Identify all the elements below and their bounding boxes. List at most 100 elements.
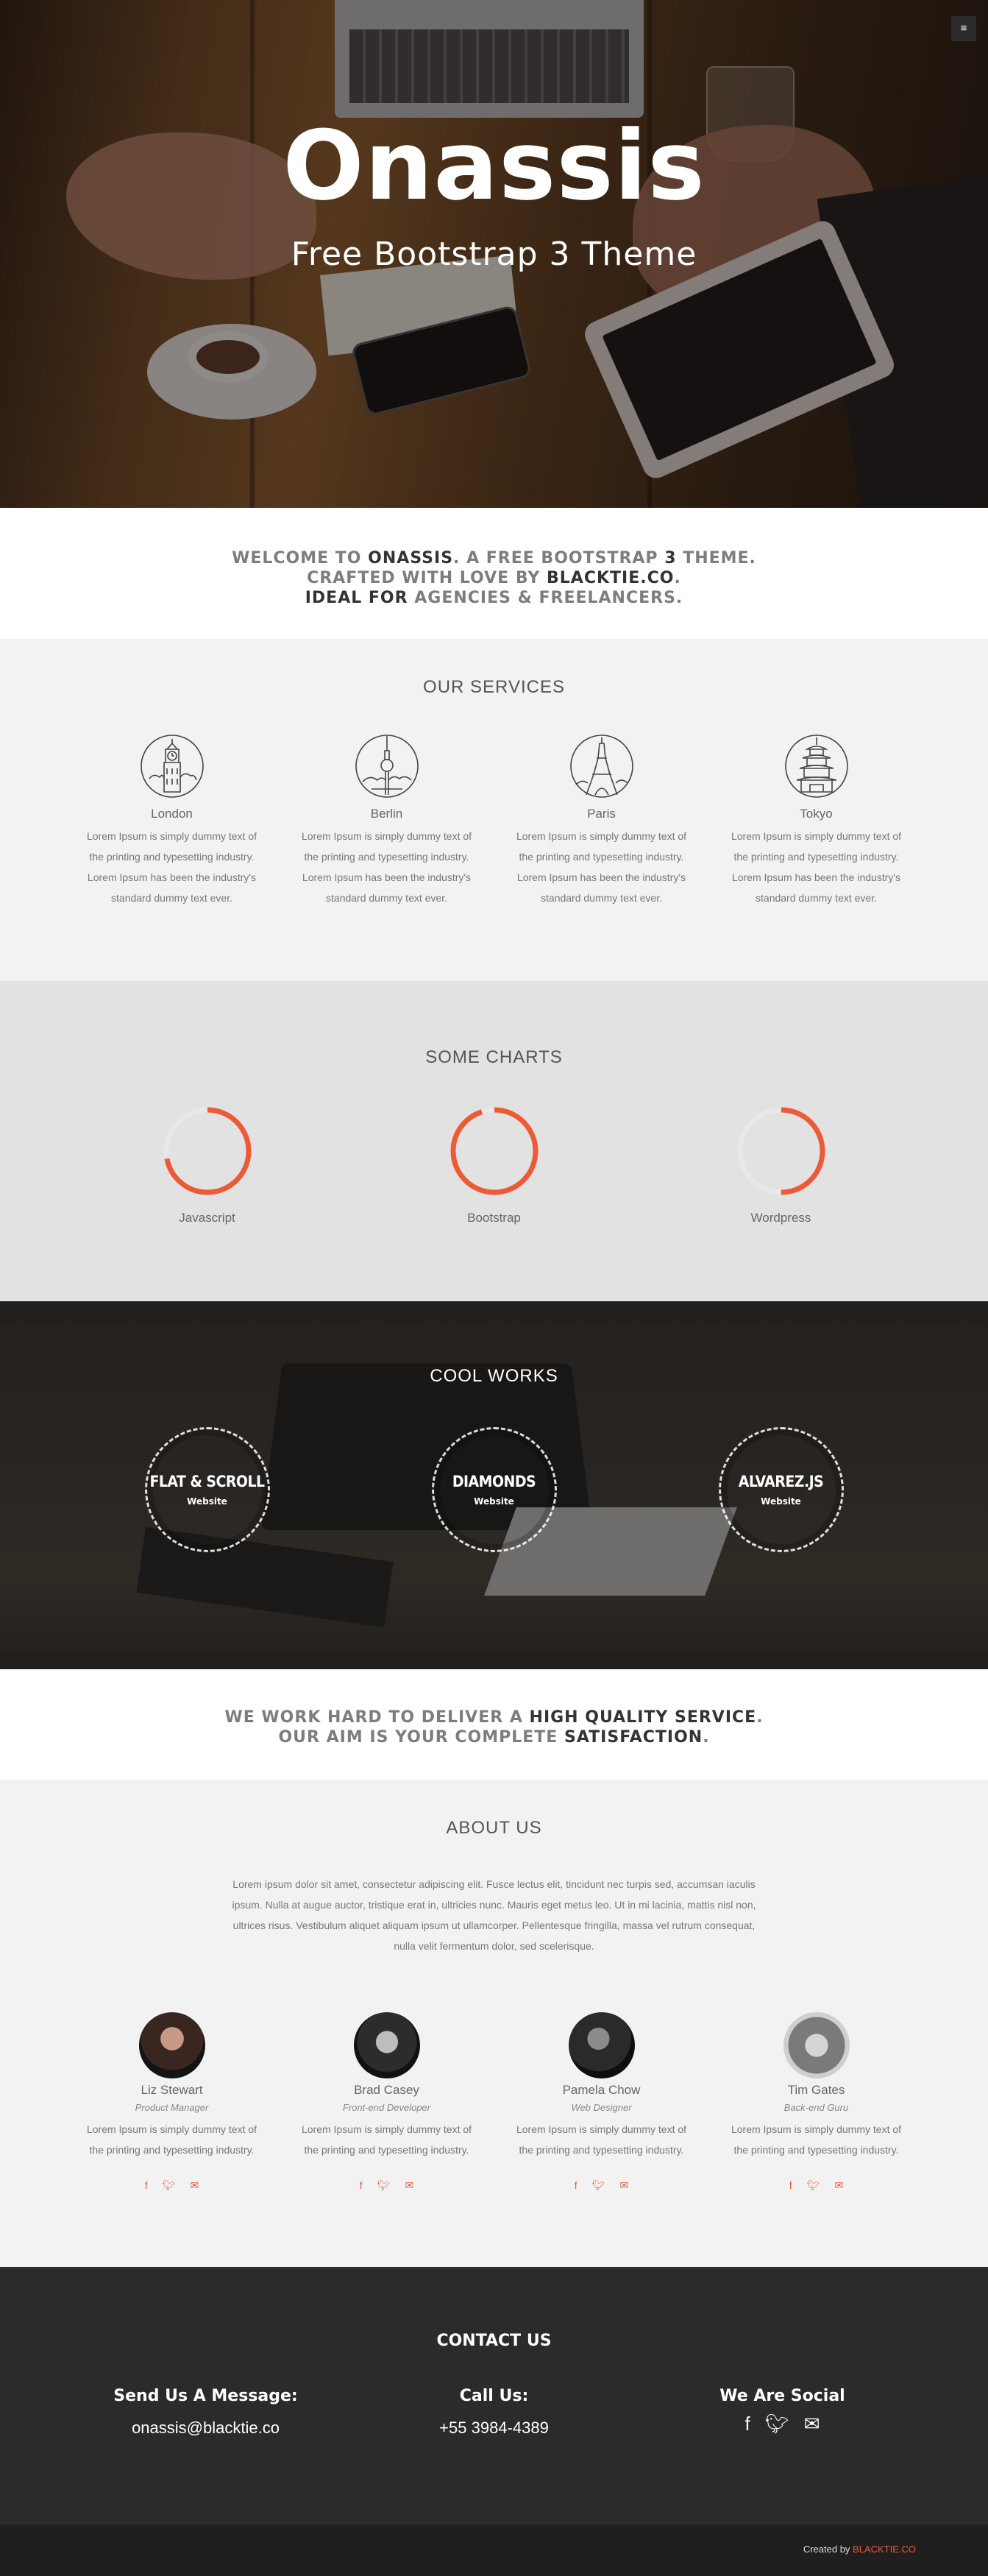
team-member: Liz Stewart Product Manager Lorem Ipsum … bbox=[65, 2012, 280, 2192]
twitter-icon[interactable]: 🐦︎ bbox=[765, 2413, 789, 2435]
work-item[interactable]: FLAT & SCROLL Website bbox=[64, 1427, 351, 1552]
work-name: DIAMONDS bbox=[452, 1473, 536, 1490]
intro-line-2: CRAFTED WITH LOVE BY BLACKTIE.CO. bbox=[0, 568, 988, 588]
facebook-icon[interactable]: f bbox=[744, 2413, 750, 2435]
member-socials: f 🐦︎ ✉ bbox=[280, 2179, 494, 2192]
facebook-icon[interactable]: f bbox=[145, 2179, 148, 2192]
chart-label: Javascript bbox=[179, 1211, 235, 1225]
footer: Created by BLACKTIE.CO bbox=[0, 2524, 988, 2576]
work-type: Website bbox=[187, 1496, 227, 1507]
envelope-icon[interactable]: ✉ bbox=[619, 2179, 628, 2192]
member-role: Front-end Developer bbox=[342, 2102, 431, 2113]
hamburger-icon: ≡ bbox=[960, 22, 967, 35]
avatar bbox=[353, 2012, 420, 2078]
chart-label: Wordpress bbox=[750, 1211, 811, 1225]
intro-text: WELCOME TO bbox=[232, 549, 369, 567]
intro-strong: IDEAL FOR bbox=[305, 589, 408, 607]
menu-button[interactable]: ≡ bbox=[951, 16, 976, 41]
intro-strong: ONASSIS bbox=[368, 549, 454, 567]
intro-strong: 3 bbox=[664, 549, 677, 567]
service-city: London bbox=[151, 807, 193, 821]
envelope-icon[interactable]: ✉ bbox=[804, 2413, 820, 2435]
work-item[interactable]: DIAMONDS Website bbox=[351, 1427, 638, 1552]
twitter-icon[interactable]: 🐦︎ bbox=[377, 2179, 391, 2192]
callout-strong: HIGH QUALITY SERVICE bbox=[529, 1708, 757, 1727]
service-city: Berlin bbox=[370, 807, 403, 821]
twitter-icon[interactable]: 🐦︎ bbox=[592, 2179, 605, 2192]
chart-item: Wordpress bbox=[638, 1105, 925, 1225]
service-item: Paris Lorem Ipsum is simply dummy text o… bbox=[494, 733, 709, 908]
hero-text: Onassis Free Bootstrap 3 Theme bbox=[0, 118, 988, 273]
donut-chart bbox=[163, 1107, 251, 1195]
big-ben-icon bbox=[139, 733, 205, 799]
callout-text: OUR AIM IS YOUR COMPLETE bbox=[278, 1728, 564, 1747]
work-badge[interactable]: ALVAREZ.JS Website bbox=[718, 1427, 844, 1552]
callout-text: WE WORK HARD TO DELIVER A bbox=[224, 1708, 530, 1727]
envelope-icon[interactable]: ✉ bbox=[834, 2179, 843, 2192]
services-title: OUR SERVICES bbox=[423, 677, 565, 697]
member-socials: f 🐦︎ ✉ bbox=[709, 2179, 924, 2192]
work-name: FLAT & SCROLL bbox=[149, 1473, 265, 1490]
twitter-icon[interactable]: 🐦︎ bbox=[807, 2179, 820, 2192]
eiffel-tower-icon bbox=[569, 733, 635, 799]
tv-tower-icon bbox=[354, 733, 420, 799]
phone-number: +55 3984-4389 bbox=[439, 2418, 549, 2437]
works-row: FLAT & SCROLL Website DIAMONDS Website A… bbox=[0, 1427, 988, 1552]
intro-text: CRAFTED WITH LOVE BY bbox=[307, 569, 547, 587]
work-name: ALVAREZ.JS bbox=[738, 1473, 824, 1490]
callout-strong: SATISFACTION bbox=[564, 1728, 703, 1747]
footer-credit: Created by bbox=[803, 2544, 853, 2555]
facebook-icon[interactable]: f bbox=[360, 2179, 363, 2192]
charts-title: SOME CHARTS bbox=[425, 1047, 563, 1067]
member-name: Brad Casey bbox=[354, 2083, 419, 2097]
about-section: ABOUT US Lorem ipsum dolor sit amet, con… bbox=[0, 1780, 988, 2267]
intro-section: WELCOME TO ONASSIS. A FREE BOOTSTRAP 3 T… bbox=[0, 508, 988, 639]
contact-title: CONTACT US bbox=[436, 2332, 552, 2350]
member-bio: Lorem Ipsum is simply dummy text of the … bbox=[301, 2123, 472, 2156]
member-bio: Lorem Ipsum is simply dummy text of the … bbox=[731, 2123, 902, 2156]
member-role: Back-end Guru bbox=[783, 2102, 849, 2113]
contact-social-col: We Are Social f 🐦︎ ✉ bbox=[639, 2387, 927, 2438]
avatar bbox=[783, 2012, 850, 2078]
call-heading: Call Us: bbox=[459, 2387, 529, 2405]
email-link[interactable]: onassis@blacktie.co bbox=[62, 2418, 350, 2438]
message-heading: Send Us A Message: bbox=[113, 2387, 298, 2405]
service-desc: Lorem Ipsum is simply dummy text of the … bbox=[731, 830, 902, 904]
work-type: Website bbox=[474, 1496, 514, 1507]
member-socials: f 🐦︎ ✉ bbox=[494, 2179, 709, 2192]
intro-text: AGENCIES & FREELANCERS. bbox=[408, 589, 683, 607]
envelope-icon[interactable]: ✉ bbox=[405, 2179, 413, 2192]
service-desc: Lorem Ipsum is simply dummy text of the … bbox=[301, 830, 472, 904]
service-item: Tokyo Lorem Ipsum is simply dummy text o… bbox=[709, 733, 924, 908]
service-desc: Lorem Ipsum is simply dummy text of the … bbox=[86, 830, 257, 904]
member-name: Liz Stewart bbox=[141, 2083, 203, 2097]
intro-line-1: WELCOME TO ONASSIS. A FREE BOOTSTRAP 3 T… bbox=[0, 548, 988, 568]
service-desc: Lorem Ipsum is simply dummy text of the … bbox=[516, 830, 687, 904]
intro-text: THEME. bbox=[676, 549, 756, 567]
contact-call-col: Call Us: +55 3984-4389 bbox=[350, 2387, 639, 2438]
work-type: Website bbox=[761, 1496, 801, 1507]
services-section: OUR SERVICES London Lorem Ipsum is simpl… bbox=[0, 639, 988, 981]
callout-text: . bbox=[756, 1708, 764, 1727]
envelope-icon[interactable]: ✉ bbox=[190, 2179, 199, 2192]
twitter-icon[interactable]: 🐦︎ bbox=[163, 2179, 176, 2192]
member-role: Product Manager bbox=[135, 2102, 209, 2113]
work-item[interactable]: ALVAREZ.JS Website bbox=[638, 1427, 925, 1552]
contact-socials: f 🐦︎ ✉ bbox=[639, 2413, 927, 2435]
chart-item: Javascript bbox=[64, 1105, 351, 1225]
facebook-icon[interactable]: f bbox=[789, 2179, 792, 2192]
service-item: Berlin Lorem Ipsum is simply dummy text … bbox=[280, 733, 494, 908]
facebook-icon[interactable]: f bbox=[575, 2179, 577, 2192]
team-member: Tim Gates Back-end Guru Lorem Ipsum is s… bbox=[709, 2012, 924, 2192]
footer-brand-link[interactable]: BLACKTIE.CO bbox=[853, 2544, 916, 2555]
work-badge[interactable]: FLAT & SCROLL Website bbox=[144, 1427, 270, 1552]
about-title: ABOUT US bbox=[446, 1818, 542, 1838]
work-badge[interactable]: DIAMONDS Website bbox=[431, 1427, 557, 1552]
member-bio: Lorem Ipsum is simply dummy text of the … bbox=[516, 2123, 687, 2156]
hero-subtitle: Free Bootstrap 3 Theme bbox=[291, 236, 697, 273]
chart-item: Bootstrap bbox=[351, 1105, 638, 1225]
charts-section: SOME CHARTS Javascript Bootstrap Wordpre… bbox=[0, 981, 988, 1301]
donut-arc bbox=[450, 1107, 538, 1195]
donut-chart bbox=[737, 1107, 825, 1195]
callout-line-2: OUR AIM IS YOUR COMPLETE SATISFACTION. bbox=[0, 1727, 988, 1747]
